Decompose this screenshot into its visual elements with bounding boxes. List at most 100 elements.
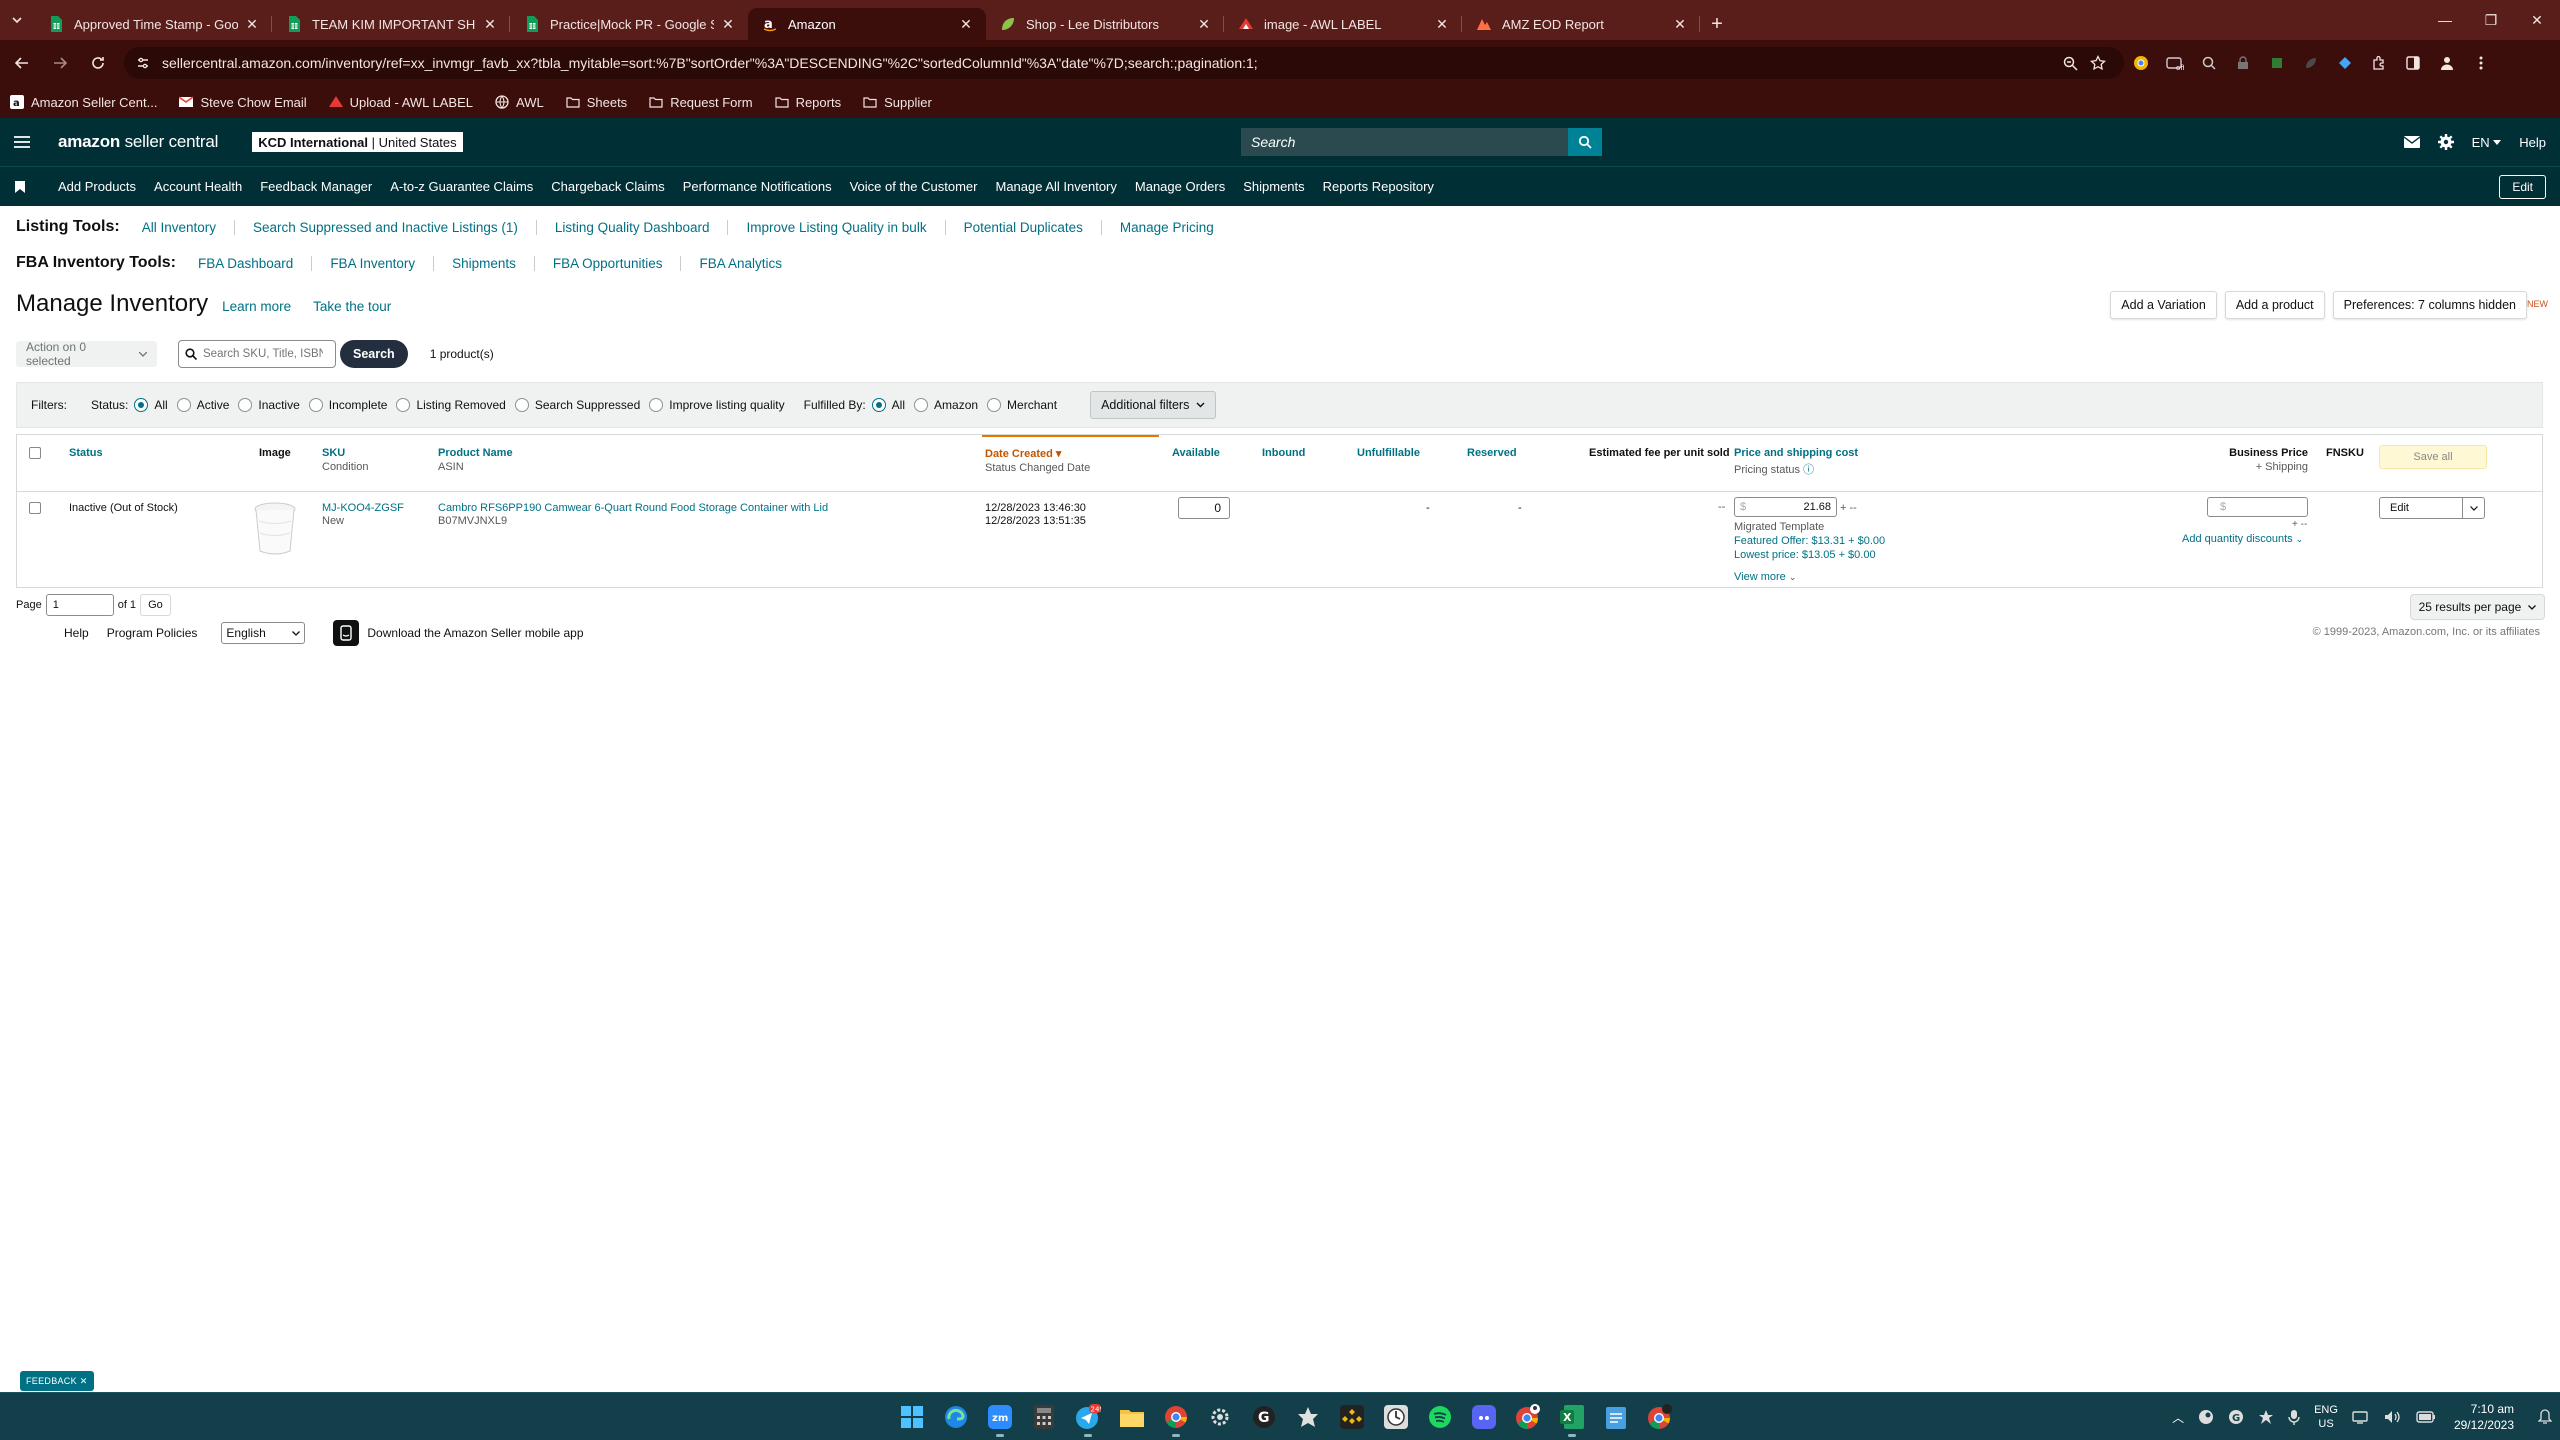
clock-app-icon[interactable] xyxy=(1374,1395,1418,1439)
forward-button[interactable] xyxy=(44,47,76,79)
learn-more-link[interactable]: Learn more xyxy=(222,299,291,314)
price-input[interactable]: $21.68 xyxy=(1734,497,1837,517)
binance-icon[interactable] xyxy=(1330,1395,1374,1439)
address-bar[interactable]: sellercentral.amazon.com/inventory/ref=x… xyxy=(124,47,2124,79)
fba-tool-link[interactable]: FBA Analytics xyxy=(680,255,800,271)
browser-tab[interactable]: image - AWL LABEL ✕ xyxy=(1224,8,1462,40)
taskbar-clock[interactable]: 7:10 am 29/12/2023 xyxy=(2454,1401,2514,1433)
product-name-link[interactable]: Cambro RFS6PP190 Camwear 6-Quart Round F… xyxy=(438,502,828,514)
status-filter-option-label[interactable]: Improve listing quality xyxy=(669,398,784,412)
spotify-icon[interactable] xyxy=(1418,1395,1462,1439)
start-button-icon[interactable] xyxy=(890,1395,934,1439)
fulfilled-filter-option-label[interactable]: All xyxy=(892,398,905,412)
input-language[interactable]: ENG US xyxy=(2314,1403,2338,1431)
results-per-page-dropdown[interactable]: 25 results per page xyxy=(2409,594,2545,620)
mail-icon[interactable] xyxy=(2403,136,2420,148)
available-quantity-input[interactable]: 0 xyxy=(1178,497,1230,519)
mobile-app-link[interactable]: Download the Amazon Seller mobile app xyxy=(367,626,583,640)
chrome-profile-icon[interactable] xyxy=(1506,1395,1550,1439)
extension-blue-icon[interactable] xyxy=(2328,47,2362,79)
header-status[interactable]: Status xyxy=(69,447,103,459)
view-more-link[interactable]: View more ⌄ xyxy=(1734,571,1796,583)
inventory-search-input[interactable] xyxy=(203,348,323,360)
extension-green-icon[interactable] xyxy=(2260,47,2294,79)
additional-filters-button[interactable]: Additional filters xyxy=(1090,391,1217,419)
extension-lock-icon[interactable] xyxy=(2226,47,2260,79)
microphone-icon[interactable] xyxy=(2288,1409,2300,1425)
reload-button[interactable] xyxy=(82,47,114,79)
header-sku[interactable]: SKU Condition xyxy=(322,447,368,473)
grammarly-tray-icon[interactable]: G xyxy=(2228,1409,2244,1425)
fba-tool-link[interactable]: FBA Inventory xyxy=(311,255,433,271)
header-inbound[interactable]: Inbound xyxy=(1262,447,1305,459)
nav-item[interactable]: Voice of the Customer xyxy=(850,179,978,194)
maximize-button[interactable]: ❐ xyxy=(2468,0,2514,40)
listing-tool-link[interactable]: Listing Quality Dashboard xyxy=(535,219,728,235)
header-product-name[interactable]: Product Name ASIN xyxy=(438,447,513,473)
listing-tool-link[interactable]: Improve Listing Quality in bulk xyxy=(727,219,944,235)
fba-tool-link[interactable]: FBA Opportunities xyxy=(533,255,681,271)
file-explorer-icon[interactable] xyxy=(1110,1395,1154,1439)
footer-policies-link[interactable]: Program Policies xyxy=(107,626,198,640)
fulfilled-filter-option-label[interactable]: Amazon xyxy=(934,398,978,412)
settings-gear-icon[interactable] xyxy=(2437,134,2454,150)
nav-item[interactable]: Performance Notifications xyxy=(683,179,832,194)
side-panel-icon[interactable] xyxy=(2396,47,2430,79)
fulfilled-filter-radio[interactable] xyxy=(987,398,1002,412)
game-app-icon[interactable] xyxy=(1286,1395,1330,1439)
status-filter-radio[interactable] xyxy=(514,398,529,412)
edge-icon[interactable] xyxy=(934,1395,978,1439)
header-reserved[interactable]: Reserved xyxy=(1467,447,1517,459)
bookmark-item[interactable]: Steve Chow Email xyxy=(179,95,307,110)
listing-tool-link[interactable]: All Inventory xyxy=(130,220,234,235)
nav-item[interactable]: Account Health xyxy=(154,179,242,194)
bookmark-item[interactable]: Request Form xyxy=(649,95,753,110)
browser-tab[interactable]: AMZ EOD Report ✕ xyxy=(1462,8,1700,40)
go-button[interactable]: Go xyxy=(140,594,171,616)
chrome-alt-icon[interactable] xyxy=(1638,1395,1682,1439)
feedback-tab[interactable]: FEEDBACK ✕ xyxy=(20,1371,94,1391)
bookmark-item[interactable]: Reports xyxy=(774,95,841,110)
calculator-icon[interactable] xyxy=(1022,1395,1066,1439)
listing-tool-link[interactable]: Potential Duplicates xyxy=(944,219,1101,235)
bookmark-star-icon[interactable] xyxy=(2084,55,2112,71)
settings-app-icon[interactable] xyxy=(1198,1395,1242,1439)
nav-item[interactable]: A-to-z Guarantee Claims xyxy=(390,179,533,194)
tab-close-icon[interactable]: ✕ xyxy=(720,16,736,32)
hamburger-menu-icon[interactable] xyxy=(2,135,42,149)
grammarly-icon[interactable]: G xyxy=(1242,1395,1286,1439)
status-filter-radio[interactable] xyxy=(238,398,253,412)
close-window-button[interactable]: ✕ xyxy=(2514,0,2560,40)
extensions-puzzle-icon[interactable] xyxy=(2362,47,2396,79)
notifications-icon[interactable] xyxy=(2538,1409,2552,1425)
browser-tab[interactable]: Practice|Mock PR - Google Shee ✕ xyxy=(510,8,748,40)
fulfilled-filter-radio[interactable] xyxy=(914,398,929,412)
extension-chrome-icon[interactable] xyxy=(2124,47,2158,79)
take-tour-link[interactable]: Take the tour xyxy=(313,299,391,314)
nav-item[interactable]: Manage Orders xyxy=(1135,179,1225,194)
inventory-search-button[interactable]: Search xyxy=(340,340,408,368)
select-all-checkbox[interactable] xyxy=(29,447,41,459)
tab-close-icon[interactable]: ✕ xyxy=(1672,16,1688,32)
bookmark-item[interactable]: a Amazon Seller Cent... xyxy=(10,95,157,110)
sku-link[interactable]: MJ-KOO4-ZGSF xyxy=(322,502,404,514)
notepad-icon[interactable] xyxy=(1594,1395,1638,1439)
excel-icon[interactable]: X xyxy=(1550,1395,1594,1439)
add-quantity-discounts-link[interactable]: Add quantity discounts ⌄ xyxy=(2182,533,2303,545)
status-filter-option-label[interactable]: Incomplete xyxy=(329,398,388,412)
tab-close-icon[interactable]: ✕ xyxy=(1196,16,1212,32)
status-filter-option-label[interactable]: Active xyxy=(197,398,230,412)
fulfilled-filter-option-label[interactable]: Merchant xyxy=(1007,398,1057,412)
header-search-input[interactable] xyxy=(1241,128,1568,156)
footer-language-select[interactable]: English xyxy=(221,622,306,644)
fba-tool-link[interactable]: Shipments xyxy=(433,255,534,271)
add-variation-button[interactable]: Add a Variation xyxy=(2110,291,2217,319)
nav-bookmark-icon[interactable] xyxy=(0,180,40,193)
browser-menu-icon[interactable] xyxy=(2464,47,2498,79)
listing-tool-link[interactable]: Manage Pricing xyxy=(1100,219,1232,235)
store-switcher[interactable]: KCD International | United States xyxy=(252,132,463,152)
nav-item[interactable]: Feedback Manager xyxy=(260,179,372,194)
status-filter-option-label[interactable]: Inactive xyxy=(258,398,299,412)
nav-item[interactable]: Add Products xyxy=(58,179,136,194)
business-price-input[interactable]: $ xyxy=(2207,497,2308,517)
